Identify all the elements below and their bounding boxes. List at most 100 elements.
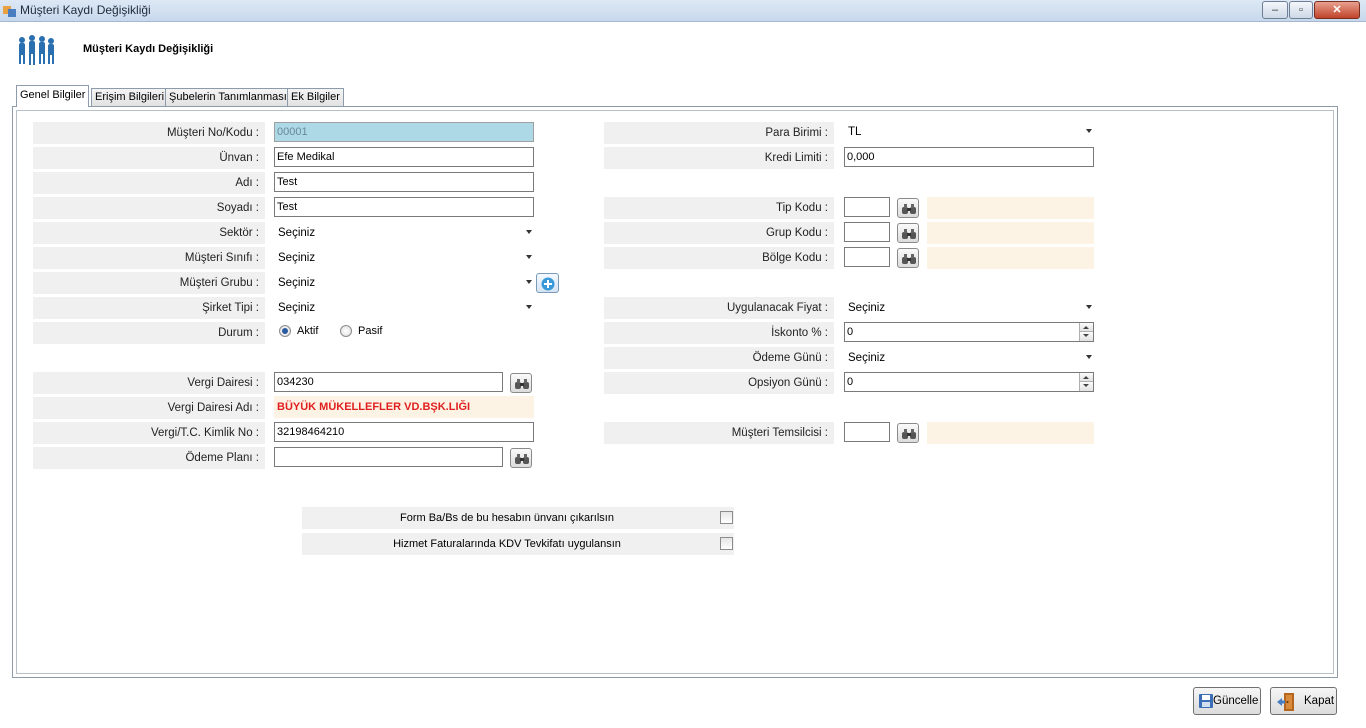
chevron-down-icon[interactable]	[526, 230, 532, 234]
payment-day-select-value: Seçiniz	[848, 352, 886, 364]
representative-description	[927, 422, 1094, 444]
customer-class-select[interactable]: Seçiniz	[274, 248, 534, 268]
type-code-description	[927, 197, 1094, 219]
option-day-value: 0	[847, 376, 854, 388]
status-active-label: Aktif	[297, 325, 319, 337]
region-code-lookup-button[interactable]	[897, 248, 919, 268]
currency-select-value: TL	[848, 126, 862, 138]
payment-day-label: Ödeme Günü :	[604, 347, 834, 369]
binoculars-icon	[902, 204, 916, 214]
customer-no-label: Müşteri No/Kodu :	[33, 122, 265, 144]
spin-down-icon[interactable]	[1080, 382, 1093, 391]
chevron-down-icon[interactable]	[1086, 305, 1092, 309]
group-code-field[interactable]	[844, 222, 890, 242]
region-code-description	[927, 247, 1094, 269]
close-window-button[interactable]: ✕	[1314, 1, 1360, 19]
credit-limit-field[interactable]: 0,000	[844, 147, 1094, 167]
update-button-label: Güncelle	[1213, 695, 1259, 707]
company-type-label: Şirket Tipi :	[33, 297, 265, 319]
window-title: Müşteri Kaydı Değişikliği	[20, 3, 151, 17]
tax-office-lookup-button[interactable]	[510, 373, 532, 393]
people-logo-icon	[19, 35, 54, 65]
title-field[interactable]: Efe Medikal	[274, 147, 534, 167]
group-code-lookup-button[interactable]	[897, 223, 919, 243]
radio-selected-icon[interactable]	[279, 325, 291, 337]
kdv-withholding-checkbox[interactable]	[720, 537, 733, 550]
option-day-stepper[interactable]: 0	[844, 372, 1094, 392]
first-name-field[interactable]: Test	[274, 172, 534, 192]
payment-day-select[interactable]: Seçiniz	[844, 348, 1094, 368]
credit-limit-label: Kredi Limiti :	[604, 147, 834, 169]
price-to-apply-label: Uygulanacak Fiyat :	[604, 297, 834, 319]
chevron-down-icon[interactable]	[526, 280, 532, 284]
spin-up-icon[interactable]	[1080, 373, 1093, 382]
tab-extra[interactable]: Ek Bilgiler	[287, 88, 344, 106]
tax-office-name-label: Vergi Dairesi Adı :	[33, 397, 265, 419]
add-customer-group-button[interactable]	[536, 273, 559, 293]
close-button[interactable]: Kapat	[1270, 687, 1337, 715]
option-day-label: Opsiyon Günü :	[604, 372, 834, 394]
group-code-label: Grup Kodu :	[604, 222, 834, 244]
form-ba-bs-checkbox[interactable]	[720, 511, 733, 524]
binoculars-icon	[902, 429, 916, 439]
form-ba-bs-row: Form Ba/Bs de bu hesabın ünvanı çıkarıls…	[302, 507, 734, 529]
payment-plan-lookup-button[interactable]	[510, 448, 532, 468]
representative-label: Müşteri Temsilcisi :	[604, 422, 834, 444]
price-to-apply-select[interactable]: Seçiniz	[844, 298, 1094, 318]
tab-access[interactable]: Erişim Bilgileri	[91, 88, 169, 106]
radio-unselected-icon[interactable]	[340, 325, 352, 337]
chevron-down-icon[interactable]	[1086, 129, 1092, 133]
representative-lookup-button[interactable]	[897, 423, 919, 443]
chevron-down-icon[interactable]	[1086, 355, 1092, 359]
currency-select[interactable]: TL	[844, 122, 1094, 142]
status-passive-radio[interactable]: Pasif	[340, 324, 400, 340]
minimize-button[interactable]: –	[1262, 1, 1288, 19]
header-title: Müşteri Kaydı Değişikliği	[83, 43, 214, 55]
chevron-down-icon[interactable]	[526, 305, 532, 309]
option-day-spin-buttons	[1079, 373, 1093, 391]
form-ba-bs-label: Form Ba/Bs de bu hesabın ünvanı çıkarıls…	[399, 512, 614, 524]
discount-value: 0	[847, 326, 854, 338]
customer-group-label: Müşteri Grubu :	[33, 272, 265, 294]
tax-id-label: Vergi/T.C. Kimlik No :	[33, 422, 265, 444]
status-label: Durum :	[33, 322, 265, 344]
tax-id-field[interactable]: 32198464210	[274, 422, 534, 442]
type-code-lookup-button[interactable]	[897, 198, 919, 218]
last-name-field[interactable]: Test	[274, 197, 534, 217]
exit-door-icon	[1277, 693, 1294, 711]
first-name-label: Adı :	[33, 172, 265, 194]
sector-select-value: Seçiniz	[278, 227, 316, 239]
plus-circle-icon	[541, 277, 555, 291]
save-icon	[1199, 694, 1213, 708]
discount-label: İskonto % :	[604, 322, 834, 344]
close-button-label: Kapat	[1304, 695, 1335, 707]
representative-field[interactable]	[844, 422, 890, 442]
spin-up-icon[interactable]	[1080, 323, 1093, 332]
maximize-button[interactable]: ▫	[1289, 1, 1313, 19]
customer-class-select-value: Seçiniz	[278, 252, 316, 264]
binoculars-icon	[902, 254, 916, 264]
payment-plan-field[interactable]	[274, 447, 503, 467]
customer-group-select[interactable]: Seçiniz	[274, 273, 534, 293]
window-titlebar: Müşteri Kaydı Değişikliği – ▫ ✕	[0, 0, 1366, 22]
customer-no-field: 00001	[274, 122, 534, 142]
region-code-label: Bölge Kodu :	[604, 247, 834, 269]
region-code-field[interactable]	[844, 247, 890, 267]
type-code-label: Tip Kodu :	[604, 197, 834, 219]
chevron-down-icon[interactable]	[526, 255, 532, 259]
discount-spin-buttons	[1079, 323, 1093, 341]
customer-class-label: Müşteri Sınıfı :	[33, 247, 265, 269]
tax-office-field[interactable]: 034230	[274, 372, 503, 392]
kdv-withholding-label: Hizmet Faturalarında KDV Tevkifatı uygul…	[393, 538, 621, 550]
status-active-radio[interactable]: Aktif	[279, 324, 339, 340]
update-button[interactable]: Güncelle	[1193, 687, 1261, 715]
company-type-select[interactable]: Seçiniz	[274, 298, 534, 318]
tab-branches[interactable]: Şubelerin Tanımlanması	[165, 88, 291, 106]
type-code-field[interactable]	[844, 197, 890, 217]
sector-select[interactable]: Seçiniz	[274, 223, 534, 243]
discount-stepper[interactable]: 0	[844, 322, 1094, 342]
binoculars-icon	[515, 454, 529, 464]
spin-down-icon[interactable]	[1080, 332, 1093, 341]
last-name-label: Soyadı :	[33, 197, 265, 219]
tab-general[interactable]: Genel Bilgiler	[16, 85, 90, 107]
